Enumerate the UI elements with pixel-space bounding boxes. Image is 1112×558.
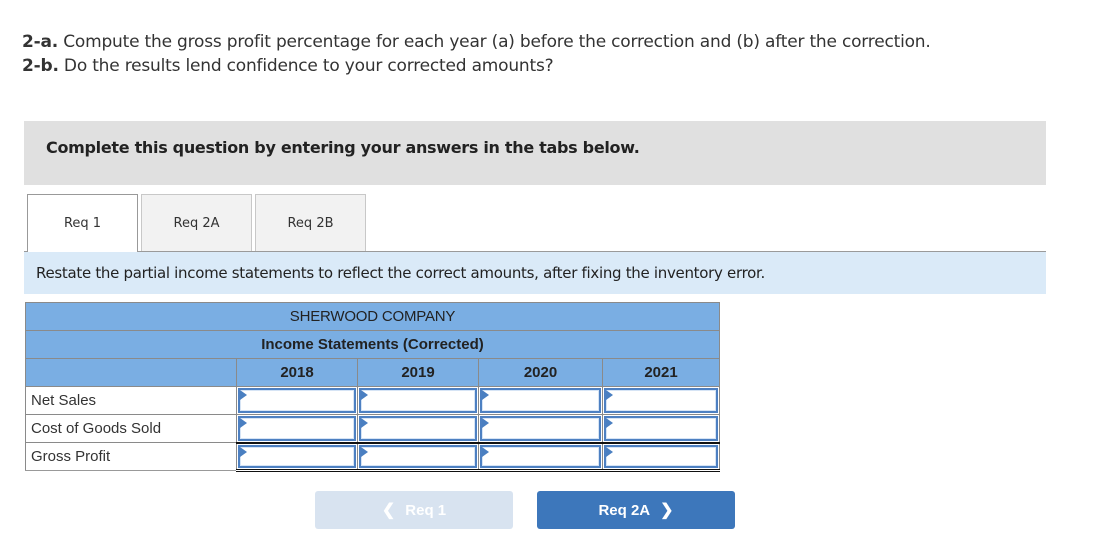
tab-req-2b-label: Req 2B bbox=[287, 215, 334, 231]
gross-profit-2021-input[interactable] bbox=[604, 444, 718, 468]
net-sales-2019-input[interactable] bbox=[359, 388, 477, 413]
gross-profit-2019-field[interactable] bbox=[361, 446, 475, 466]
year-header: 2020 bbox=[478, 358, 603, 387]
input-flag-icon bbox=[361, 418, 368, 428]
question-2a: 2-a. Compute the gross profit percentage… bbox=[22, 32, 931, 52]
subheading-text: Restate the partial income statements to… bbox=[36, 264, 765, 282]
gross-profit-2018-input[interactable] bbox=[238, 444, 356, 468]
tab-req-1[interactable]: Req 1 bbox=[27, 194, 138, 252]
year-header: 2021 bbox=[602, 358, 720, 387]
table-row-cogs: Cost of Goods Sold bbox=[25, 414, 720, 443]
cogs-2018-field[interactable] bbox=[240, 418, 354, 439]
cogs-2020-input[interactable] bbox=[480, 416, 601, 441]
input-flag-icon bbox=[606, 390, 613, 400]
net-sales-2019-field[interactable] bbox=[361, 390, 475, 411]
instruction-banner: Complete this question by entering your … bbox=[24, 121, 1046, 185]
chevron-right-icon: ❯ bbox=[660, 502, 674, 519]
income-statement-table: SHERWOOD COMPANY Income Statements (Corr… bbox=[25, 302, 720, 472]
cogs-2021-field[interactable] bbox=[606, 418, 716, 439]
input-flag-icon bbox=[240, 446, 247, 457]
input-flag-icon bbox=[482, 390, 489, 400]
input-flag-icon bbox=[240, 418, 247, 428]
input-flag-icon bbox=[482, 446, 489, 457]
question-2b-text: Do the results lend confidence to your c… bbox=[58, 56, 554, 76]
gross-profit-2018-field[interactable] bbox=[240, 446, 354, 466]
row-label: Cost of Goods Sold bbox=[25, 414, 237, 443]
tab-req-1-label: Req 1 bbox=[63, 216, 102, 231]
row-label: Gross Profit bbox=[25, 442, 237, 471]
question-2b: 2-b. Do the results lend confidence to y… bbox=[22, 56, 554, 76]
cogs-2019-input[interactable] bbox=[359, 416, 477, 441]
instruction-text: Complete this question by entering your … bbox=[46, 138, 640, 157]
gross-profit-2020-field[interactable] bbox=[482, 446, 599, 466]
net-sales-2020-field[interactable] bbox=[482, 390, 599, 411]
year-header: 2018 bbox=[236, 358, 358, 387]
net-sales-2020-input[interactable] bbox=[480, 388, 601, 413]
instruction-subheading: Restate the partial income statements to… bbox=[24, 252, 1046, 294]
statement-title: Income Statements (Corrected) bbox=[25, 330, 720, 359]
cogs-2019-field[interactable] bbox=[361, 418, 475, 439]
tab-req-2a-label: Req 2A bbox=[173, 215, 220, 231]
title-row: Income Statements (Corrected) bbox=[25, 330, 720, 359]
input-flag-icon bbox=[482, 418, 489, 428]
chevron-left-icon: ❮ bbox=[381, 502, 396, 519]
year-header-row: 2018 2019 2020 2021 bbox=[25, 358, 720, 387]
row-label: Net Sales bbox=[25, 386, 237, 415]
cogs-2018-input[interactable] bbox=[238, 416, 356, 441]
question-2b-label: 2-b. bbox=[22, 56, 59, 76]
next-req-2a-button[interactable]: Req 2A ❯ bbox=[537, 491, 735, 529]
input-flag-icon bbox=[240, 390, 247, 400]
net-sales-2021-field[interactable] bbox=[606, 390, 716, 411]
gross-profit-2020-input[interactable] bbox=[480, 444, 601, 468]
year-header-blank bbox=[25, 358, 237, 387]
net-sales-2021-input[interactable] bbox=[604, 388, 718, 413]
gross-profit-2021-field[interactable] bbox=[606, 446, 716, 466]
input-flag-icon bbox=[361, 446, 368, 457]
company-name: SHERWOOD COMPANY bbox=[25, 302, 720, 331]
tab-req-2b[interactable]: Req 2B bbox=[255, 194, 366, 251]
company-row: SHERWOOD COMPANY bbox=[25, 302, 720, 331]
next-button-label: Req 2A bbox=[598, 501, 651, 519]
prev-button-label: Req 1 bbox=[405, 501, 447, 519]
input-flag-icon bbox=[606, 446, 613, 457]
table-row-gross-profit: Gross Profit bbox=[25, 441, 720, 472]
net-sales-2018-field[interactable] bbox=[240, 390, 354, 411]
input-flag-icon bbox=[361, 390, 368, 400]
table-row-net-sales: Net Sales bbox=[25, 386, 720, 415]
year-header: 2019 bbox=[357, 358, 479, 387]
cogs-2021-input[interactable] bbox=[604, 416, 718, 441]
tab-req-2a[interactable]: Req 2A bbox=[141, 194, 252, 251]
cogs-2020-field[interactable] bbox=[482, 418, 599, 439]
input-flag-icon bbox=[606, 418, 613, 428]
question-2a-text: Compute the gross profit percentage for … bbox=[58, 32, 931, 52]
net-sales-2018-input[interactable] bbox=[238, 388, 356, 413]
prev-req-1-button[interactable]: ❮ Req 1 bbox=[315, 491, 513, 529]
question-2a-label: 2-a. bbox=[22, 32, 59, 52]
gross-profit-2019-input[interactable] bbox=[359, 444, 477, 468]
